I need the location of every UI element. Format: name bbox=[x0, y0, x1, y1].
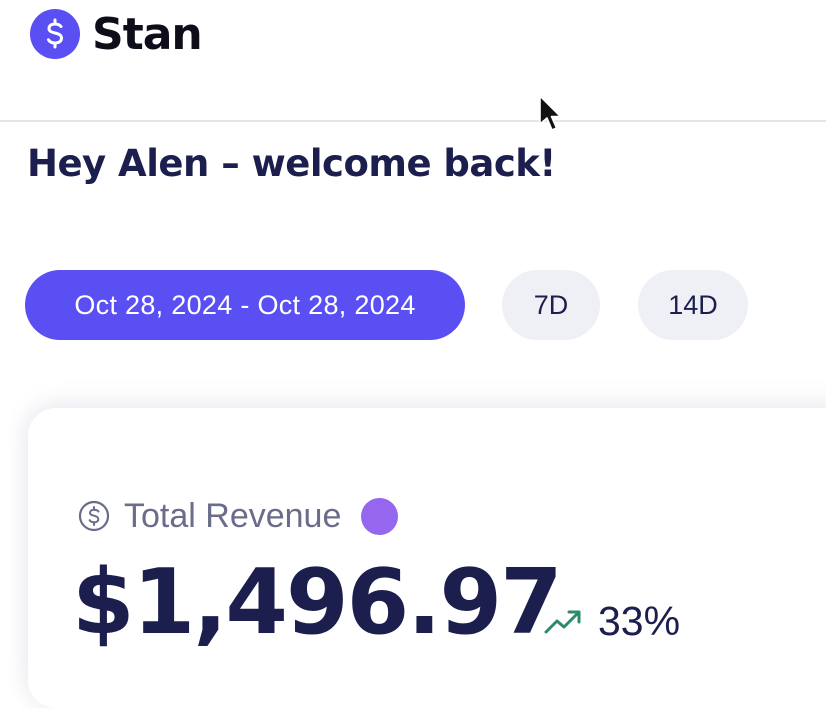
header-divider bbox=[0, 120, 826, 122]
dollar-circle-icon bbox=[78, 500, 110, 532]
dollar-icon bbox=[30, 9, 80, 59]
revenue-change: 33% bbox=[544, 598, 680, 644]
brand-name: Stan bbox=[92, 8, 203, 60]
trend-up-icon bbox=[544, 607, 584, 635]
total-revenue-header: Total Revenue bbox=[78, 496, 399, 536]
brand-logo[interactable]: Stan bbox=[30, 8, 203, 60]
total-revenue-amount: $1,496.97 bbox=[72, 550, 563, 655]
range-chip-7d[interactable]: 7D bbox=[502, 270, 600, 340]
info-dot-icon[interactable] bbox=[361, 497, 399, 535]
top-header: Stan bbox=[0, 0, 826, 121]
revenue-change-percent: 33% bbox=[598, 597, 681, 644]
range-chip-14d[interactable]: 14D bbox=[638, 270, 748, 340]
mouse-cursor-icon bbox=[538, 94, 562, 134]
page-greeting: Hey Alen – welcome back! bbox=[27, 142, 556, 185]
date-range-button[interactable]: Oct 28, 2024 - Oct 28, 2024 bbox=[25, 270, 465, 340]
total-revenue-label: Total Revenue bbox=[124, 496, 342, 535]
